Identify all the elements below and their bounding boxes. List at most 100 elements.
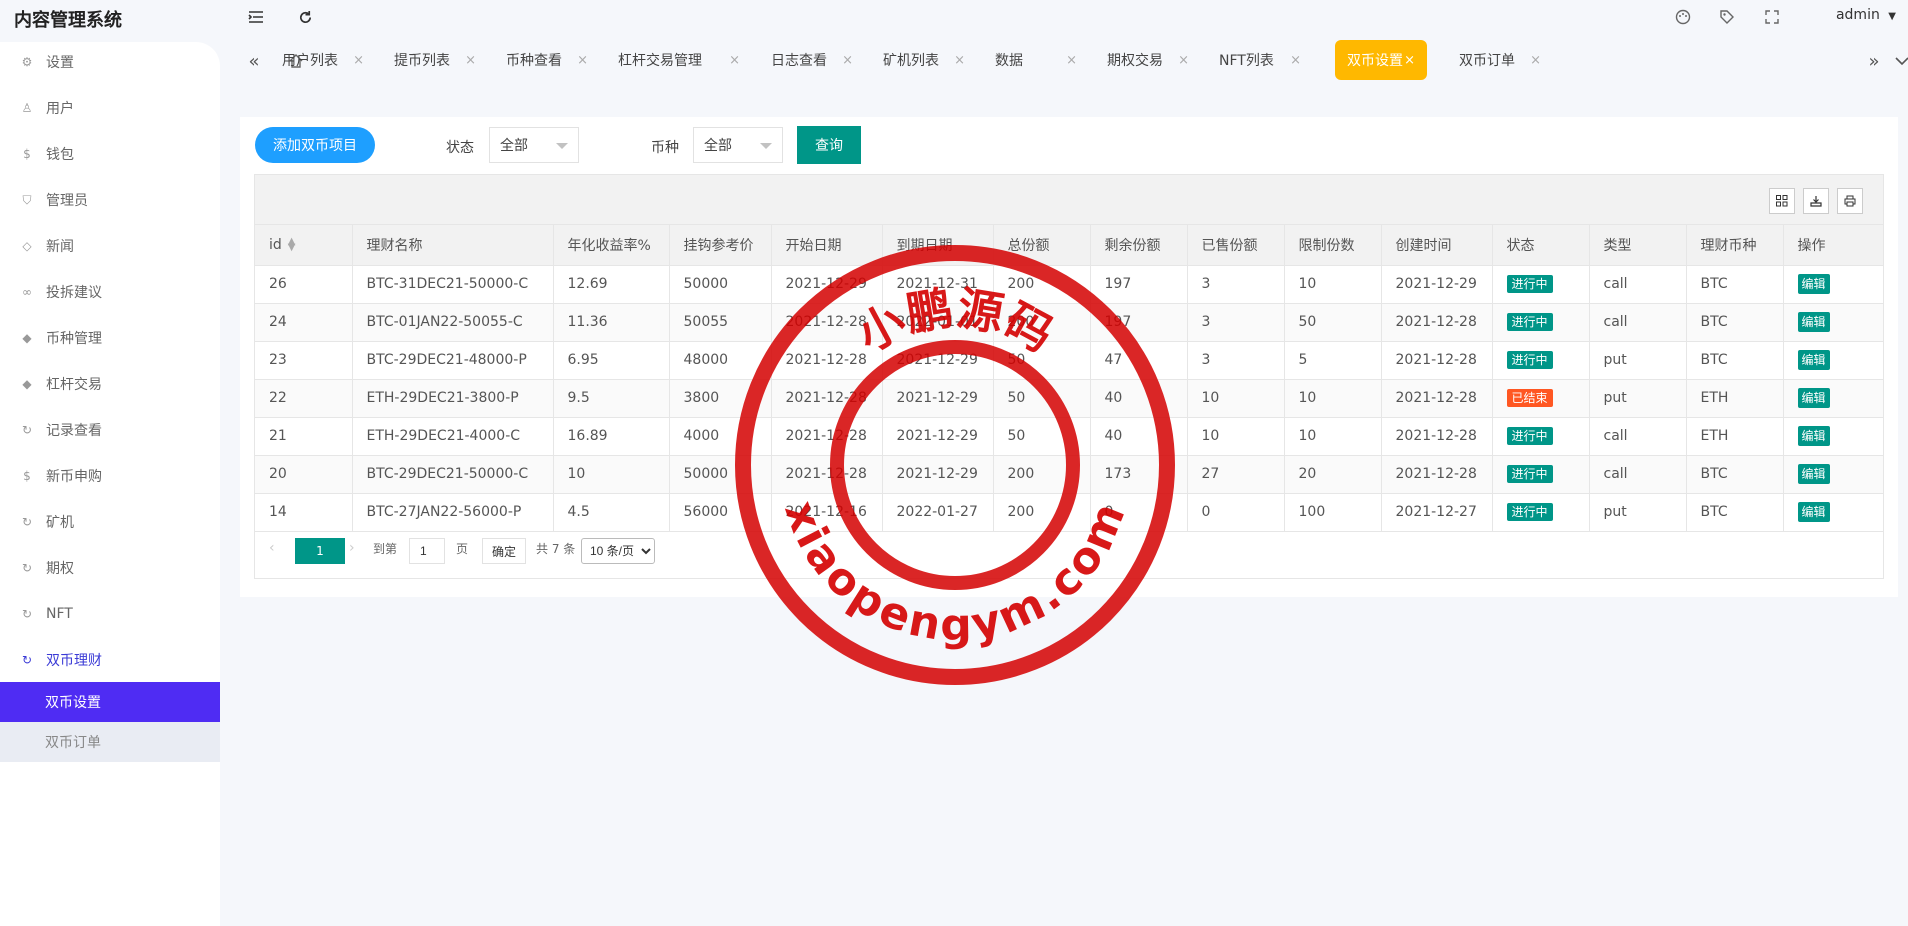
cell-value: 11.36 xyxy=(567,314,608,330)
edit-button[interactable]: 编辑 xyxy=(1797,388,1830,408)
close-icon[interactable]: × xyxy=(842,53,853,68)
table-cell: 50055 xyxy=(669,303,772,342)
table-cell: 10 xyxy=(553,455,670,494)
sidebar-subitem[interactable]: 双币订单 xyxy=(0,722,220,762)
tab-menu-chevron-icon[interactable] xyxy=(1888,48,1908,74)
cell-value: 200 xyxy=(1007,314,1035,330)
next-page-icon[interactable]: › xyxy=(349,540,355,556)
close-icon[interactable]: × xyxy=(353,53,364,68)
username: admin xyxy=(1835,7,1880,23)
cell-value: 2021-12-29 xyxy=(896,466,978,482)
cell-value: 2021-12-27 xyxy=(1395,504,1477,520)
sort-icon[interactable]: ▲ ▼ xyxy=(288,236,296,252)
page-unit-label: 页 xyxy=(456,542,469,556)
goto-page-input[interactable] xyxy=(409,538,445,564)
total-count: 共 7 条 xyxy=(536,542,576,556)
current-page[interactable]: 1 xyxy=(295,538,345,564)
tab[interactable]: 双币订单 × xyxy=(1447,40,1547,80)
tab[interactable]: 期权交易 × xyxy=(1095,40,1195,80)
table-cell: 197 xyxy=(1090,265,1188,304)
cell-value: 3 xyxy=(1201,276,1211,292)
tab-label: 用户列表 xyxy=(282,53,338,69)
tab[interactable]: 杠杆交易管理 × xyxy=(606,40,746,80)
coin-select-value: 全部 xyxy=(704,138,732,154)
table-cell: 10 xyxy=(1187,379,1285,418)
tab[interactable]: 数据 × xyxy=(983,40,1083,80)
close-icon[interactable]: × xyxy=(465,53,476,68)
column-header: 到期日期 xyxy=(882,225,994,266)
prev-page-icon[interactable]: ‹ xyxy=(269,540,275,556)
table-cell: 2021-12-29 xyxy=(771,265,883,304)
status-select[interactable]: 全部 xyxy=(489,127,579,163)
table-cell: 2021-12-16 xyxy=(771,493,883,532)
close-icon[interactable]: × xyxy=(1404,53,1415,68)
coin-select[interactable]: 全部 xyxy=(693,127,783,163)
cell-value: ETH-29DEC21-3800-P xyxy=(366,390,519,406)
table-cell: 50 xyxy=(993,341,1091,380)
add-dual-coin-button[interactable]: 添加双币项目 xyxy=(255,127,375,163)
cell-value: 173 xyxy=(1104,466,1132,482)
tab[interactable]: 矿机列表 × xyxy=(871,40,971,80)
sidebar-item[interactable]: ↻ 双币理财 xyxy=(0,632,220,688)
sidebar-item-label: 钱包 xyxy=(46,147,74,163)
goto-confirm-button[interactable]: 确定 xyxy=(482,538,526,564)
close-icon[interactable]: × xyxy=(954,53,965,68)
close-icon[interactable]: × xyxy=(1290,53,1301,68)
sidebar-item-label: 设置 xyxy=(46,55,74,71)
cell-value: 3800 xyxy=(683,390,720,406)
tag-icon[interactable] xyxy=(1716,6,1738,28)
print-icon[interactable] xyxy=(1837,188,1863,214)
close-icon[interactable]: × xyxy=(1530,53,1541,68)
cell-value: 4.5 xyxy=(567,504,590,520)
theme-icon[interactable] xyxy=(1672,6,1694,28)
tab[interactable]: NFT列表 × xyxy=(1207,40,1307,80)
sidebar: 内容管理系统 ⚙ 设置 ♙ 用户 $ 钱包 ⛉ 管理员 ◇ 新闻 ∞ 投拆建议 ◆ 币种管理 ◆ 杠杆交易 ↻ 记… xyxy=(0,0,220,926)
export-icon[interactable] xyxy=(1803,188,1829,214)
circle-arrow-icon: ↻ xyxy=(21,515,33,529)
table-row: 23 BTC-29DEC21-48000-P 6.95 48000 2021-12-28… xyxy=(255,341,1884,380)
edit-button[interactable]: 编辑 xyxy=(1797,350,1830,370)
cell-value: BTC xyxy=(1700,276,1728,292)
close-icon[interactable]: × xyxy=(577,53,588,68)
edit-button[interactable]: 编辑 xyxy=(1797,464,1830,484)
table-body: 26 BTC-31DEC21-50000-C 12.69 50000 2021-12-2… xyxy=(255,265,1884,532)
status-badge: 进行中 xyxy=(1506,313,1553,331)
column-header[interactable]: id ▲ ▼ xyxy=(255,225,353,266)
tab[interactable]: 提币列表 × xyxy=(382,40,482,80)
cell-value: 21 xyxy=(269,428,287,444)
table-cell: BTC-29DEC21-48000-P xyxy=(352,341,554,380)
edit-button[interactable]: 编辑 xyxy=(1797,274,1830,294)
table-cell: 12.69 xyxy=(553,265,670,304)
cell-value: 23 xyxy=(269,352,287,368)
cell-value: 2021-12-28 xyxy=(785,466,867,482)
tab[interactable]: 用户列表 × xyxy=(270,40,370,80)
tab[interactable]: 双币设置 × xyxy=(1335,40,1427,80)
close-icon[interactable]: × xyxy=(729,53,740,68)
close-icon[interactable]: × xyxy=(1066,53,1077,68)
user-menu[interactable]: admin ▼ xyxy=(1836,7,1896,23)
tab[interactable]: 币种查看 × xyxy=(494,40,594,80)
edit-button[interactable]: 编辑 xyxy=(1797,312,1830,332)
menu-collapse-icon[interactable] xyxy=(245,6,267,28)
tab-scroll-right-icon[interactable]: » xyxy=(1860,48,1888,74)
cell-value: 0 xyxy=(1201,504,1211,520)
query-button[interactable]: 查询 xyxy=(797,126,861,164)
table-cell: 2021-12-29 xyxy=(882,455,994,494)
column-header: 开始日期 xyxy=(771,225,883,266)
fullscreen-icon[interactable] xyxy=(1761,6,1783,28)
refresh-icon[interactable] xyxy=(294,6,316,28)
shield-icon: ⛉ xyxy=(22,192,32,207)
table-cell: 2021-12-29 xyxy=(1381,265,1493,304)
caret-down-icon xyxy=(556,143,568,149)
tab[interactable]: 日志查看 × xyxy=(759,40,859,80)
page-size-select[interactable]: 10 条/页 xyxy=(581,538,655,564)
columns-filter-icon[interactable] xyxy=(1769,188,1795,214)
edit-button[interactable]: 编辑 xyxy=(1797,502,1830,522)
tab-scroll-left-icon[interactable]: « xyxy=(240,48,268,74)
sidebar-subitem[interactable]: 双币设置 xyxy=(0,682,220,722)
close-icon[interactable]: × xyxy=(1178,53,1189,68)
edit-button[interactable]: 编辑 xyxy=(1797,426,1830,446)
table-cell: 50 xyxy=(993,379,1091,418)
cell-value: 12.69 xyxy=(567,276,608,292)
table-cell: 3800 xyxy=(669,379,772,418)
